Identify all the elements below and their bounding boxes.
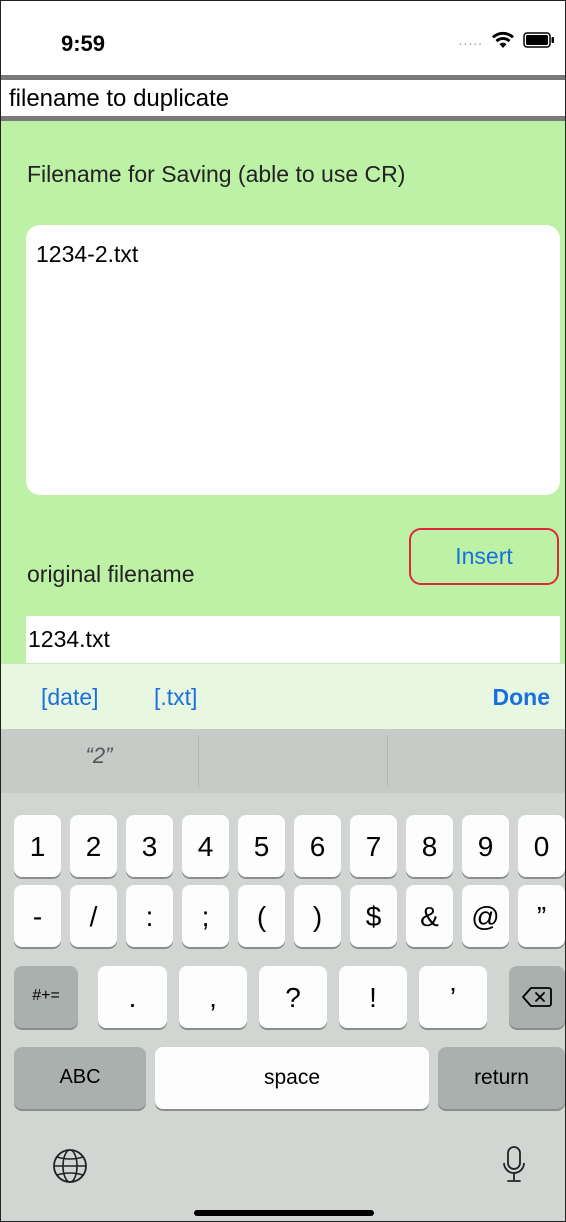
key-5[interactable]: 5 [238,815,285,877]
key-question[interactable]: ? [259,966,327,1028]
key-label: #+= [32,987,60,1004]
key-label: : [145,901,154,932]
key-4[interactable]: 4 [182,815,229,877]
key-label: & [420,901,439,932]
save-filename-label: Filename for Saving (able to use CR) [27,161,406,187]
key-8[interactable]: 8 [406,815,453,877]
key-slash[interactable]: / [70,885,117,947]
key-quote[interactable]: ” [518,885,565,947]
key-label: 2 [85,831,102,862]
key-ampersand[interactable]: & [406,885,453,947]
status-time: 9:59 [61,31,106,56]
status-icons: ..... [459,31,555,49]
key-semicolon[interactable]: ; [182,885,229,947]
key-label: ) [312,901,323,932]
key-label: @ [471,901,500,932]
insert-button-label: Insert [455,543,513,569]
backspace-icon [522,987,552,1007]
key-label: 0 [533,831,550,862]
keyboard-accessory-bar: [date] [.txt] Done [1,663,565,729]
key-6[interactable]: 6 [294,815,341,877]
app-frame: 9:59 ..... filename to duplicate Filenam… [0,0,566,1222]
key-2[interactable]: 2 [70,815,117,877]
insert-date-button[interactable]: [date] [41,684,99,711]
keyboard: “2” 1 2 3 4 5 6 7 8 9 0 - / : ; ( ) $ & [1,729,565,1221]
key-more-symbols[interactable]: #+= [14,966,78,1028]
signal-icon: ..... [458,32,483,48]
key-label: ? [285,982,301,1013]
key-label: / [89,901,98,932]
key-dollar[interactable]: $ [350,885,397,947]
key-label: - [32,901,43,932]
return-key[interactable]: return [438,1047,565,1109]
save-filename-textarea[interactable]: 1234-2.txt [26,225,560,495]
space-key[interactable]: space [155,1047,429,1109]
key-colon[interactable]: : [126,885,173,947]
key-at[interactable]: @ [462,885,509,947]
key-label: $ [365,901,382,932]
form-panel: Filename for Saving (able to use CR) 123… [1,121,565,663]
battery-icon [523,32,554,48]
suggestion-bar: “2” [1,729,565,793]
suggestion-3[interactable] [388,729,565,793]
backspace-key[interactable] [509,966,565,1028]
abc-key[interactable]: ABC [14,1047,146,1109]
key-label: ” [536,901,547,932]
key-open-paren[interactable]: ( [238,885,285,947]
key-9[interactable]: 9 [462,815,509,877]
key-label: ’ [449,982,457,1013]
done-button[interactable]: Done [493,684,551,711]
suggestion-1-label: “2” [85,743,113,768]
key-label: ! [369,982,377,1013]
key-label: return [474,1066,529,1089]
suggestion-2[interactable] [199,729,387,793]
key-label: 1 [29,831,46,862]
wifi-icon [492,31,514,48]
key-3[interactable]: 3 [126,815,173,877]
globe-icon[interactable] [51,1147,89,1185]
key-label: 7 [365,831,382,862]
title-bar: filename to duplicate [1,75,565,121]
insert-button[interactable]: Insert [409,528,559,585]
key-period[interactable]: . [98,966,167,1028]
key-label: , [209,982,217,1013]
key-label: space [263,1066,321,1089]
key-label: . [128,982,137,1013]
key-close-paren[interactable]: ) [294,885,341,947]
key-label: 5 [253,831,270,862]
save-filename-value: 1234-2.txt [36,241,139,267]
original-filename-label: original filename [27,561,195,587]
key-label: 4 [197,831,214,862]
key-1[interactable]: 1 [14,815,61,877]
status-bar: 9:59 ..... [1,1,565,75]
microphone-icon[interactable] [501,1145,527,1185]
key-apostrophe[interactable]: ’ [419,966,487,1028]
key-exclamation[interactable]: ! [339,966,407,1028]
original-filename-value: 1234.txt [28,626,110,652]
key-label: ( [256,901,267,932]
page-title: filename to duplicate [9,85,230,112]
key-label: ABC [59,1066,101,1088]
key-label: 6 [309,831,326,862]
key-hyphen[interactable]: - [14,885,61,947]
key-label: 3 [141,831,158,862]
insert-txt-button[interactable]: [.txt] [154,684,197,711]
home-indicator[interactable] [194,1210,374,1216]
suggestion-1[interactable]: “2” [1,729,197,793]
original-filename-field[interactable]: 1234.txt [26,616,560,663]
key-label: 9 [477,831,494,862]
key-0[interactable]: 0 [518,815,565,877]
key-7[interactable]: 7 [350,815,397,877]
key-comma[interactable]: , [179,966,247,1028]
key-label: 8 [421,831,438,862]
key-label: ; [201,901,210,932]
